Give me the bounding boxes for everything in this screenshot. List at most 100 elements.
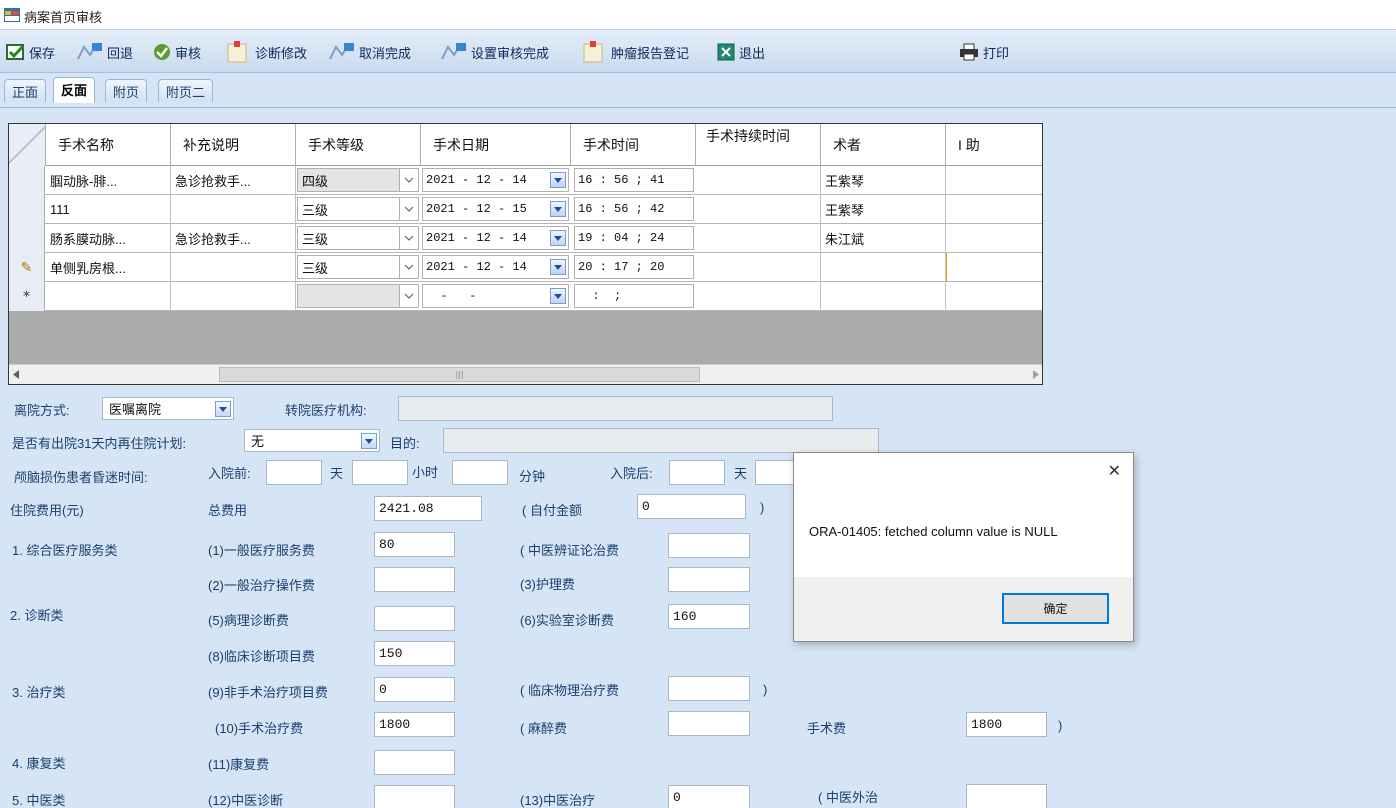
cell-surgeon[interactable]: 王紫琴 bbox=[821, 166, 946, 195]
cell-surgeon[interactable] bbox=[821, 253, 946, 282]
tcm-external-field[interactable] bbox=[966, 784, 1047, 808]
physical-therapy-field[interactable] bbox=[668, 676, 750, 701]
general-medical-service-field[interactable]: 80 bbox=[374, 532, 455, 557]
header-level[interactable]: 手术等级 bbox=[296, 124, 421, 166]
tab-front[interactable]: 正面 bbox=[4, 79, 47, 102]
cell-surgery-name[interactable]: 111 bbox=[46, 195, 171, 224]
calendar-dropdown-icon[interactable] bbox=[550, 288, 566, 304]
table-row[interactable]: 111 三级 2021 - 12 - 15 16 : 56 ; 42 王紫琴 bbox=[9, 195, 1042, 224]
header-duration[interactable]: 手术持续时间 bbox=[696, 124, 821, 166]
header-surgery-name[interactable]: 手术名称 bbox=[46, 124, 171, 166]
cell-surgeon[interactable]: 王紫琴 bbox=[821, 195, 946, 224]
cell-surgery-name[interactable]: 腘动脉-腓... bbox=[46, 166, 171, 195]
nursing-fee-field[interactable] bbox=[668, 567, 750, 592]
select-all-corner[interactable] bbox=[9, 124, 46, 166]
coma-before-hours-field[interactable] bbox=[352, 460, 408, 485]
coma-before-days-field[interactable] bbox=[266, 460, 322, 485]
transfer-institution-field[interactable] bbox=[398, 396, 833, 421]
tumor-report-button[interactable]: 肿瘤报告登记 bbox=[578, 41, 689, 63]
scrollbar-thumb[interactable]: ||| bbox=[219, 367, 700, 382]
cell-surgery-name[interactable]: 肠系膜动脉... bbox=[46, 224, 171, 253]
readmission-plan-select[interactable]: 无 bbox=[244, 429, 380, 452]
tcm-treatment-field[interactable]: 0 bbox=[668, 785, 750, 808]
coma-before-minutes-field[interactable] bbox=[452, 460, 508, 485]
row-editing-pencil-icon[interactable]: ✎ bbox=[9, 253, 45, 282]
total-cost-field[interactable]: 2421.08 bbox=[374, 496, 482, 521]
cell-duration[interactable] bbox=[696, 224, 821, 253]
time-field[interactable]: 16 : 56 ; 42 bbox=[574, 197, 694, 221]
cell-assistant[interactable] bbox=[946, 195, 1042, 224]
cell-duration[interactable] bbox=[696, 253, 821, 282]
tcm-differentiation-field[interactable] bbox=[668, 533, 750, 558]
calendar-dropdown-icon[interactable] bbox=[550, 230, 566, 246]
cell-surgery-name[interactable]: 单侧乳房根... bbox=[46, 253, 171, 282]
surgery-grid[interactable]: 手术名称 补充说明 手术等级 手术日期 手术时间 手术持续时间 术者 I 助 腘… bbox=[8, 123, 1043, 385]
audit-button[interactable]: 审核 bbox=[152, 41, 201, 63]
tab-appendix[interactable]: 附页 bbox=[105, 79, 148, 102]
set-audit-complete-button[interactable]: 设置审核完成 bbox=[438, 41, 549, 63]
horizontal-scrollbar[interactable]: ||| bbox=[9, 364, 1042, 384]
cell-assistant[interactable] bbox=[946, 282, 1042, 311]
header-date[interactable]: 手术日期 bbox=[421, 124, 571, 166]
cell-surgery-name[interactable] bbox=[46, 282, 171, 311]
header-assistant[interactable]: I 助 bbox=[946, 124, 1042, 166]
chevron-down-icon[interactable] bbox=[399, 256, 418, 278]
cell-note[interactable] bbox=[171, 195, 296, 224]
cancel-complete-button[interactable]: 取消完成 bbox=[326, 41, 411, 63]
header-note[interactable]: 补充说明 bbox=[171, 124, 296, 166]
cell-assistant[interactable] bbox=[946, 166, 1042, 195]
purpose-field[interactable] bbox=[443, 428, 879, 453]
chevron-down-icon[interactable] bbox=[399, 198, 418, 220]
date-picker[interactable]: 2021 - 12 - 14 bbox=[422, 168, 569, 192]
tcm-diagnosis-field[interactable] bbox=[374, 785, 455, 808]
cell-note[interactable]: 急诊抢救手... bbox=[171, 224, 296, 253]
ok-button[interactable]: 确定 bbox=[1002, 593, 1109, 624]
time-field[interactable]: 20 : 17 ; 20 bbox=[574, 255, 694, 279]
cell-note[interactable]: 急诊抢救手... bbox=[171, 166, 296, 195]
rehabilitation-fee-field[interactable] bbox=[374, 750, 455, 775]
general-treatment-field[interactable] bbox=[374, 567, 455, 592]
chevron-down-icon[interactable] bbox=[361, 433, 377, 449]
coma-after-days-field[interactable] bbox=[669, 460, 725, 485]
surgery-treatment-field[interactable]: 1800 bbox=[374, 712, 455, 737]
time-field[interactable]: 16 : 56 ; 41 bbox=[574, 168, 694, 192]
time-field[interactable]: 19 : 04 ; 24 bbox=[574, 226, 694, 250]
tab-back[interactable]: 反面 bbox=[53, 77, 96, 103]
level-select[interactable]: 三级 bbox=[297, 226, 419, 250]
scroll-right-icon[interactable] bbox=[1033, 370, 1039, 379]
date-picker[interactable]: 2021 - 12 - 14 bbox=[422, 255, 569, 279]
calendar-dropdown-icon[interactable] bbox=[550, 201, 566, 217]
date-picker[interactable]: 2021 - 12 - 14 bbox=[422, 226, 569, 250]
level-select[interactable]: 三级 bbox=[297, 197, 419, 221]
cell-duration[interactable] bbox=[696, 195, 821, 224]
table-row-new[interactable]: * - - : ; bbox=[9, 282, 1042, 311]
header-surgeon[interactable]: 术者 bbox=[821, 124, 946, 166]
save-button[interactable]: 保存 bbox=[6, 41, 55, 63]
table-row[interactable]: 肠系膜动脉... 急诊抢救手... 三级 2021 - 12 - 14 19 :… bbox=[9, 224, 1042, 253]
surgery-fee-field[interactable]: 1800 bbox=[966, 712, 1047, 737]
clinical-diagnosis-field[interactable]: 150 bbox=[374, 641, 455, 666]
diagnosis-edit-button[interactable]: 诊断修改 bbox=[222, 41, 307, 63]
new-row-asterisk-icon[interactable]: * bbox=[9, 282, 45, 311]
date-picker[interactable]: - - bbox=[422, 284, 569, 308]
nonsurgical-treatment-field[interactable]: 0 bbox=[374, 677, 455, 702]
coma-after-hours-field[interactable] bbox=[755, 460, 795, 485]
pathology-fee-field[interactable] bbox=[374, 606, 455, 631]
discharge-method-select[interactable]: 医嘱离院 bbox=[102, 397, 234, 420]
cell-note[interactable] bbox=[171, 282, 296, 311]
tab-appendix-two[interactable]: 附页二 bbox=[158, 79, 214, 102]
row-header[interactable] bbox=[9, 166, 45, 195]
header-time[interactable]: 手术时间 bbox=[571, 124, 696, 166]
level-select[interactable]: 三级 bbox=[297, 255, 419, 279]
cell-surgeon[interactable]: 朱江斌 bbox=[821, 224, 946, 253]
cell-surgeon[interactable] bbox=[821, 282, 946, 311]
level-select[interactable]: 四级 bbox=[297, 168, 419, 192]
date-picker[interactable]: 2021 - 12 - 15 bbox=[422, 197, 569, 221]
cell-note[interactable] bbox=[171, 253, 296, 282]
calendar-dropdown-icon[interactable] bbox=[550, 172, 566, 188]
lab-diagnosis-field[interactable]: 160 bbox=[668, 604, 750, 629]
close-icon[interactable]: ✕ bbox=[1108, 461, 1121, 480]
row-header[interactable] bbox=[9, 195, 45, 224]
cell-duration[interactable] bbox=[696, 166, 821, 195]
scroll-left-icon[interactable] bbox=[13, 370, 19, 379]
